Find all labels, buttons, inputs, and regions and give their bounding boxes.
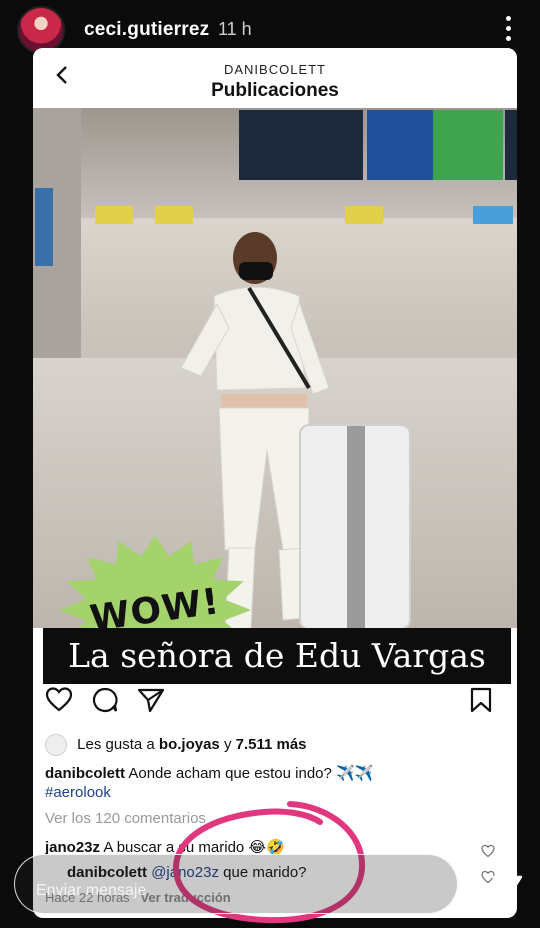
post-caption: danibcolett Aonde acham que estou indo? … — [45, 764, 373, 782]
send-icon[interactable] — [137, 686, 165, 714]
message-placeholder: Enviar mensaje — [36, 882, 147, 899]
heart-icon[interactable] — [45, 686, 73, 714]
comment-like-icon[interactable] — [481, 844, 495, 858]
avatar[interactable] — [17, 6, 65, 54]
likes-user[interactable]: bo.joyas — [159, 736, 220, 753]
likes-count[interactable]: 7.511 más — [236, 736, 307, 753]
banner-text: La señora de Edu Vargas — [68, 636, 486, 675]
page-title: Publicaciones — [211, 80, 339, 101]
story-time: 11 h — [218, 19, 252, 39]
shared-post-card: DANIBCOLETT Publicaciones WOW! La señora… — [33, 48, 517, 918]
photo-banner: La señora de Edu Vargas — [43, 628, 511, 684]
caption-text: Aonde acham que estou indo? ✈️✈️ — [128, 765, 374, 782]
bookmark-icon[interactable] — [467, 686, 495, 714]
caption-user[interactable]: danibcolett — [45, 765, 125, 782]
paper-plane-icon[interactable] — [490, 872, 524, 906]
post-account: DANIBCOLETT — [223, 62, 326, 77]
likes-conj: y — [223, 735, 232, 753]
comment-icon[interactable] — [91, 686, 119, 714]
more-vertical-icon[interactable] — [504, 14, 512, 44]
story-username[interactable]: ceci.gutierrez — [84, 19, 209, 41]
suitcase — [299, 424, 411, 628]
avatar — [45, 734, 67, 756]
hashtag-link[interactable]: #aerolook — [45, 784, 111, 801]
likes-summary[interactable]: Les gusta a bo.joyas y 7.511 más — [45, 734, 307, 756]
post-photo: WOW! — [33, 108, 517, 628]
wow-badge: WOW! — [55, 532, 255, 628]
post-header: DANIBCOLETT Publicaciones — [33, 48, 517, 108]
post-actions — [33, 686, 517, 730]
likes-prefix: Les gusta a — [77, 735, 155, 753]
